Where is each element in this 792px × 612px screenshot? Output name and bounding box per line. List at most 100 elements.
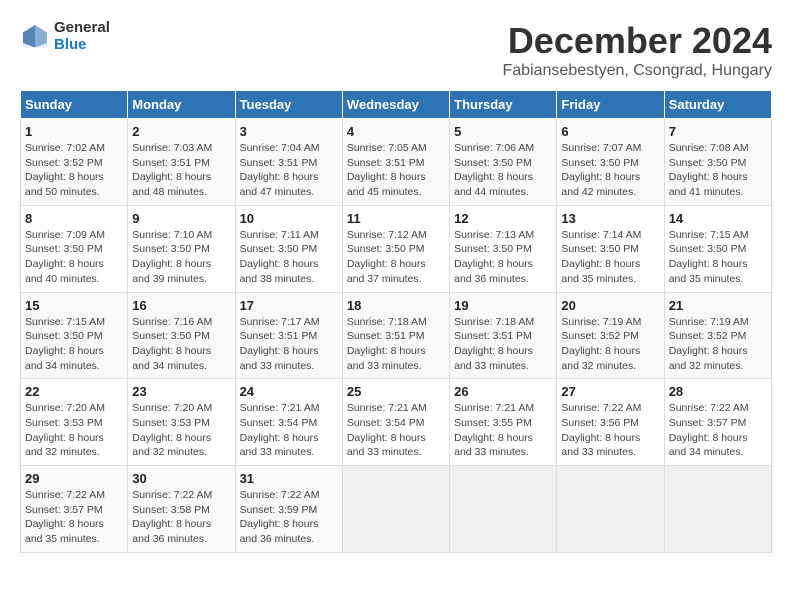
calendar-cell: 3 Sunrise: 7:04 AM Sunset: 3:51 PM Dayli…	[235, 119, 342, 206]
calendar-cell: 23 Sunrise: 7:20 AM Sunset: 3:53 PM Dayl…	[128, 379, 235, 466]
calendar-cell: 31 Sunrise: 7:22 AM Sunset: 3:59 PM Dayl…	[235, 466, 342, 553]
day-info: Sunrise: 7:15 AM Sunset: 3:50 PM Dayligh…	[669, 228, 767, 287]
day-info: Sunrise: 7:15 AM Sunset: 3:50 PM Dayligh…	[25, 315, 123, 374]
logo-blue: Blue	[54, 37, 110, 54]
day-info: Sunrise: 7:21 AM Sunset: 3:55 PM Dayligh…	[454, 401, 552, 460]
day-number: 17	[240, 298, 338, 313]
weekday-header-tuesday: Tuesday	[235, 91, 342, 119]
day-number: 12	[454, 211, 552, 226]
day-info: Sunrise: 7:17 AM Sunset: 3:51 PM Dayligh…	[240, 315, 338, 374]
calendar-cell: 16 Sunrise: 7:16 AM Sunset: 3:50 PM Dayl…	[128, 292, 235, 379]
day-info: Sunrise: 7:21 AM Sunset: 3:54 PM Dayligh…	[240, 401, 338, 460]
day-number: 2	[132, 124, 230, 139]
logo-general: General	[54, 20, 110, 37]
calendar-cell	[342, 466, 449, 553]
calendar-cell: 22 Sunrise: 7:20 AM Sunset: 3:53 PM Dayl…	[21, 379, 128, 466]
calendar-cell: 18 Sunrise: 7:18 AM Sunset: 3:51 PM Dayl…	[342, 292, 449, 379]
calendar-cell	[664, 466, 771, 553]
day-info: Sunrise: 7:20 AM Sunset: 3:53 PM Dayligh…	[132, 401, 230, 460]
calendar-cell: 21 Sunrise: 7:19 AM Sunset: 3:52 PM Dayl…	[664, 292, 771, 379]
day-number: 4	[347, 124, 445, 139]
calendar-cell: 7 Sunrise: 7:08 AM Sunset: 3:50 PM Dayli…	[664, 119, 771, 206]
day-number: 8	[25, 211, 123, 226]
day-number: 11	[347, 211, 445, 226]
day-info: Sunrise: 7:19 AM Sunset: 3:52 PM Dayligh…	[669, 315, 767, 374]
day-info: Sunrise: 7:04 AM Sunset: 3:51 PM Dayligh…	[240, 141, 338, 200]
calendar-cell: 25 Sunrise: 7:21 AM Sunset: 3:54 PM Dayl…	[342, 379, 449, 466]
calendar-cell: 17 Sunrise: 7:17 AM Sunset: 3:51 PM Dayl…	[235, 292, 342, 379]
day-info: Sunrise: 7:22 AM Sunset: 3:57 PM Dayligh…	[669, 401, 767, 460]
calendar-cell: 5 Sunrise: 7:06 AM Sunset: 3:50 PM Dayli…	[450, 119, 557, 206]
day-number: 6	[561, 124, 659, 139]
day-info: Sunrise: 7:22 AM Sunset: 3:58 PM Dayligh…	[132, 488, 230, 547]
calendar-cell: 27 Sunrise: 7:22 AM Sunset: 3:56 PM Dayl…	[557, 379, 664, 466]
calendar-cell: 28 Sunrise: 7:22 AM Sunset: 3:57 PM Dayl…	[664, 379, 771, 466]
weekday-header-saturday: Saturday	[664, 91, 771, 119]
day-info: Sunrise: 7:22 AM Sunset: 3:59 PM Dayligh…	[240, 488, 338, 547]
calendar-cell: 9 Sunrise: 7:10 AM Sunset: 3:50 PM Dayli…	[128, 205, 235, 292]
day-info: Sunrise: 7:07 AM Sunset: 3:50 PM Dayligh…	[561, 141, 659, 200]
day-info: Sunrise: 7:21 AM Sunset: 3:54 PM Dayligh…	[347, 401, 445, 460]
logo-icon	[20, 22, 50, 52]
day-info: Sunrise: 7:06 AM Sunset: 3:50 PM Dayligh…	[454, 141, 552, 200]
day-info: Sunrise: 7:03 AM Sunset: 3:51 PM Dayligh…	[132, 141, 230, 200]
calendar-week-3: 15 Sunrise: 7:15 AM Sunset: 3:50 PM Dayl…	[21, 292, 772, 379]
calendar-cell: 29 Sunrise: 7:22 AM Sunset: 3:57 PM Dayl…	[21, 466, 128, 553]
calendar-title: December 2024	[503, 20, 773, 62]
calendar-cell: 19 Sunrise: 7:18 AM Sunset: 3:51 PM Dayl…	[450, 292, 557, 379]
weekday-header-sunday: Sunday	[21, 91, 128, 119]
calendar-cell: 2 Sunrise: 7:03 AM Sunset: 3:51 PM Dayli…	[128, 119, 235, 206]
day-info: Sunrise: 7:18 AM Sunset: 3:51 PM Dayligh…	[454, 315, 552, 374]
day-info: Sunrise: 7:02 AM Sunset: 3:52 PM Dayligh…	[25, 141, 123, 200]
calendar-cell: 15 Sunrise: 7:15 AM Sunset: 3:50 PM Dayl…	[21, 292, 128, 379]
day-number: 27	[561, 384, 659, 399]
day-info: Sunrise: 7:22 AM Sunset: 3:57 PM Dayligh…	[25, 488, 123, 547]
day-number: 15	[25, 298, 123, 313]
day-info: Sunrise: 7:19 AM Sunset: 3:52 PM Dayligh…	[561, 315, 659, 374]
day-info: Sunrise: 7:10 AM Sunset: 3:50 PM Dayligh…	[132, 228, 230, 287]
day-number: 7	[669, 124, 767, 139]
calendar-cell: 24 Sunrise: 7:21 AM Sunset: 3:54 PM Dayl…	[235, 379, 342, 466]
weekday-header-thursday: Thursday	[450, 91, 557, 119]
weekday-header-friday: Friday	[557, 91, 664, 119]
calendar-week-1: 1 Sunrise: 7:02 AM Sunset: 3:52 PM Dayli…	[21, 119, 772, 206]
calendar-cell	[557, 466, 664, 553]
day-number: 9	[132, 211, 230, 226]
day-number: 21	[669, 298, 767, 313]
day-number: 23	[132, 384, 230, 399]
day-number: 26	[454, 384, 552, 399]
day-number: 19	[454, 298, 552, 313]
logo: General Blue	[20, 20, 110, 53]
day-number: 16	[132, 298, 230, 313]
day-number: 25	[347, 384, 445, 399]
calendar-cell: 26 Sunrise: 7:21 AM Sunset: 3:55 PM Dayl…	[450, 379, 557, 466]
day-info: Sunrise: 7:14 AM Sunset: 3:50 PM Dayligh…	[561, 228, 659, 287]
day-number: 22	[25, 384, 123, 399]
calendar-cell: 4 Sunrise: 7:05 AM Sunset: 3:51 PM Dayli…	[342, 119, 449, 206]
day-number: 28	[669, 384, 767, 399]
day-number: 13	[561, 211, 659, 226]
day-number: 29	[25, 471, 123, 486]
day-number: 20	[561, 298, 659, 313]
day-info: Sunrise: 7:16 AM Sunset: 3:50 PM Dayligh…	[132, 315, 230, 374]
calendar-cell: 20 Sunrise: 7:19 AM Sunset: 3:52 PM Dayl…	[557, 292, 664, 379]
calendar-cell: 11 Sunrise: 7:12 AM Sunset: 3:50 PM Dayl…	[342, 205, 449, 292]
calendar-week-5: 29 Sunrise: 7:22 AM Sunset: 3:57 PM Dayl…	[21, 466, 772, 553]
day-info: Sunrise: 7:20 AM Sunset: 3:53 PM Dayligh…	[25, 401, 123, 460]
day-info: Sunrise: 7:22 AM Sunset: 3:56 PM Dayligh…	[561, 401, 659, 460]
calendar-cell: 8 Sunrise: 7:09 AM Sunset: 3:50 PM Dayli…	[21, 205, 128, 292]
day-number: 1	[25, 124, 123, 139]
day-info: Sunrise: 7:13 AM Sunset: 3:50 PM Dayligh…	[454, 228, 552, 287]
calendar-cell: 10 Sunrise: 7:11 AM Sunset: 3:50 PM Dayl…	[235, 205, 342, 292]
calendar-cell: 13 Sunrise: 7:14 AM Sunset: 3:50 PM Dayl…	[557, 205, 664, 292]
calendar-subtitle: Fabiansebestyen, Csongrad, Hungary	[503, 62, 773, 80]
day-info: Sunrise: 7:12 AM Sunset: 3:50 PM Dayligh…	[347, 228, 445, 287]
day-info: Sunrise: 7:11 AM Sunset: 3:50 PM Dayligh…	[240, 228, 338, 287]
day-number: 30	[132, 471, 230, 486]
title-block: December 2024 Fabiansebestyen, Csongrad,…	[503, 20, 773, 80]
calendar-cell	[450, 466, 557, 553]
day-number: 18	[347, 298, 445, 313]
day-number: 24	[240, 384, 338, 399]
calendar-week-2: 8 Sunrise: 7:09 AM Sunset: 3:50 PM Dayli…	[21, 205, 772, 292]
weekday-header-row: SundayMondayTuesdayWednesdayThursdayFrid…	[21, 91, 772, 119]
